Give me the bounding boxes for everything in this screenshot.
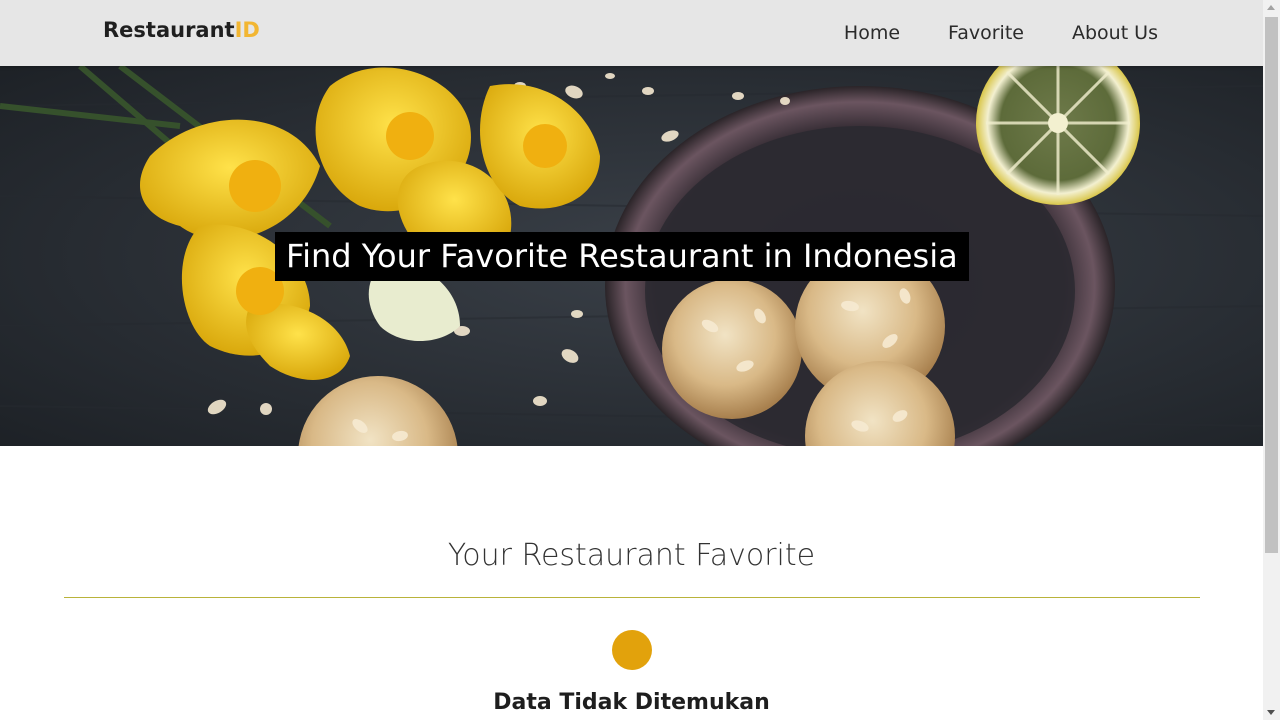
nav-about-link[interactable]: About Us xyxy=(1048,0,1158,66)
section-title: Your Restaurant Favorite xyxy=(447,538,816,573)
hero-title: Find Your Favorite Restaurant in Indones… xyxy=(275,232,969,281)
section-divider xyxy=(64,597,1200,598)
brand-accent: ID xyxy=(234,18,260,42)
empty-dot-icon xyxy=(612,630,652,670)
empty-state-message: Data Tidak Ditemukan xyxy=(493,690,770,715)
page-viewport: RestaurantID Home Favorite About Us Find… xyxy=(0,0,1263,720)
nav-favorite-link[interactable]: Favorite xyxy=(924,0,1048,66)
scroll-thumb[interactable] xyxy=(1265,17,1278,553)
scroll-up-arrow-icon[interactable] xyxy=(1267,5,1275,10)
app-bar: RestaurantID Home Favorite About Us xyxy=(0,0,1263,66)
brand-name: Restaurant xyxy=(103,18,235,42)
scroll-down-arrow-icon[interactable] xyxy=(1267,710,1275,715)
hero-banner: Find Your Favorite Restaurant in Indones… xyxy=(0,66,1263,446)
main-nav: Home Favorite About Us xyxy=(820,0,1158,66)
vertical-scrollbar[interactable] xyxy=(1263,0,1280,720)
brand-logo[interactable]: RestaurantID xyxy=(103,18,260,42)
nav-home-link[interactable]: Home xyxy=(820,0,924,66)
